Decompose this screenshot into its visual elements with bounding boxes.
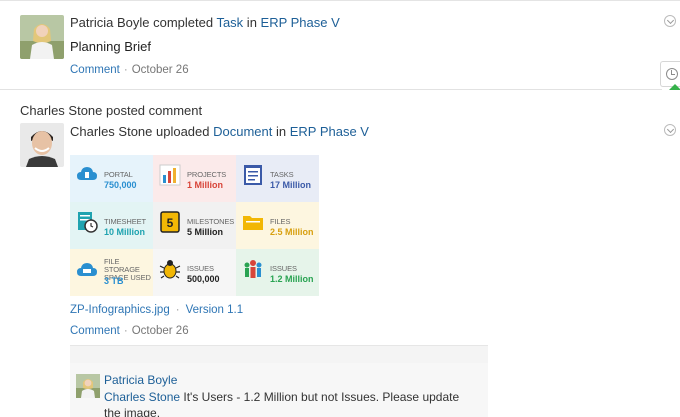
milestone-icon: 5 <box>160 211 180 233</box>
document-link[interactable]: Document <box>213 124 272 139</box>
svg-text:5: 5 <box>167 216 174 230</box>
comment-text: Charles Stone It's Users - 1.2 Million b… <box>104 390 460 417</box>
infographic-cell-portal: PORTAL 750,000 <box>70 155 153 202</box>
infographic-cell-milestones: 5 MILESTONES 5 Million <box>153 202 236 249</box>
version-link[interactable]: Version 1.1 <box>186 304 244 316</box>
infographic-cell-issues: ISSUES 500,000 <box>153 249 236 296</box>
feed-item-task: Patricia Boyle completed Task in ERP Pha… <box>0 0 676 89</box>
actor-name: Patricia Boyle <box>70 15 150 30</box>
infographic-image[interactable]: PORTAL 750,000 PROJECTS 1 Million TASKS … <box>70 155 320 296</box>
timesheet-icon <box>78 212 98 233</box>
project-link[interactable]: ERP Phase V <box>261 15 340 30</box>
activity-date: October 26 <box>131 325 189 337</box>
folder-icon <box>243 216 263 230</box>
task-link[interactable]: Task <box>216 15 243 30</box>
comment-link[interactable]: Comment <box>70 64 120 76</box>
bar-chart-icon <box>159 164 181 186</box>
project-link[interactable]: ERP Phase V <box>290 124 369 139</box>
avatar[interactable] <box>20 15 64 59</box>
green-indicator <box>669 84 680 90</box>
activity-meta: Comment · October 26 <box>70 325 189 337</box>
feed-divider <box>0 89 662 90</box>
attachment-meta: ZP-Infographics.jpg · Version 1.1 <box>70 304 244 316</box>
infographic-cell-files: FILES 2.5 Million <box>236 202 319 249</box>
infographic-cell-timesheet: TIMESHEET 10 Million <box>70 202 153 249</box>
infographic-cell-tasks: TASKS 17 Million <box>236 155 319 202</box>
chevron-down-icon[interactable] <box>664 124 676 136</box>
activity-headline: Patricia Boyle completed Task in ERP Pha… <box>70 15 340 30</box>
task-title: Planning Brief <box>70 39 151 54</box>
cloud-icon <box>77 167 97 180</box>
comment-link[interactable]: Comment <box>70 325 120 337</box>
comment-thread: Patricia Boyle Charles Stone It's Users … <box>70 345 488 417</box>
users-icon <box>244 260 262 278</box>
bug-icon <box>159 260 181 279</box>
task-list-icon <box>244 165 262 185</box>
activity-meta: Comment · October 26 <box>70 64 189 76</box>
avatar[interactable] <box>20 123 64 167</box>
infographic-cell-users: ISSUES 1.2 Million <box>236 249 319 296</box>
post-title: Charles Stone posted comment <box>20 103 203 118</box>
chevron-down-icon[interactable] <box>664 15 676 27</box>
comment-author-link[interactable]: Patricia Boyle <box>104 373 177 387</box>
activity-headline: Charles Stone uploaded Document in ERP P… <box>70 124 369 139</box>
infographic-cell-storage: FILE STORAGE SPACE USED 3 TB <box>70 249 153 296</box>
infographic-cell-projects: PROJECTS 1 Million <box>153 155 236 202</box>
activity-date: October 26 <box>131 64 189 76</box>
actor-name: Charles Stone <box>70 124 153 139</box>
file-link[interactable]: ZP-Infographics.jpg <box>70 304 170 316</box>
avatar[interactable] <box>76 374 100 398</box>
history-icon <box>666 68 678 80</box>
mention-link[interactable]: Charles Stone <box>104 390 180 404</box>
storage-cloud-icon <box>77 263 97 276</box>
